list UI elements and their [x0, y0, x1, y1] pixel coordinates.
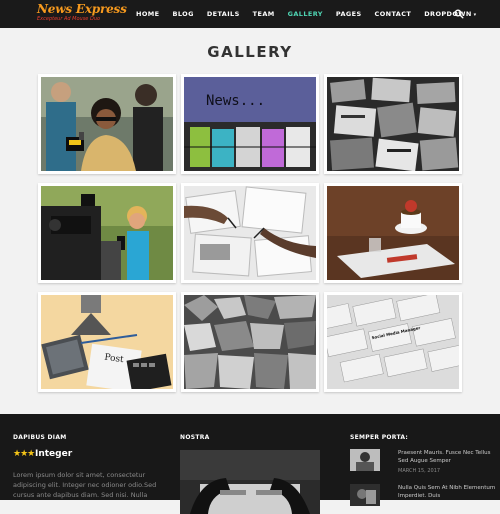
hands-papers-image: [184, 186, 316, 280]
gallery-item-newspaper-stack[interactable]: [324, 74, 462, 174]
tv-reporter-image: [41, 186, 173, 280]
post-desk-image: Post: [41, 295, 173, 389]
post-title: Praesent Mauris. Fusce Nec Tellus Sed Au…: [398, 450, 491, 464]
gallery-item-crumpled-papers[interactable]: [181, 292, 319, 392]
footer-col1-title: Integer: [35, 449, 73, 459]
footer-col2-heading: NOSTRA: [180, 434, 210, 441]
post-thumb-image: [350, 484, 380, 506]
page-title: GALLERY: [207, 43, 293, 61]
post-date: MARCH 15, 2017: [398, 468, 441, 474]
news-text-image: News...: [184, 77, 316, 171]
gallery-item-hands-papers[interactable]: [181, 183, 319, 283]
nav-item-home[interactable]: HOME: [136, 10, 159, 18]
nav-item-dropdown[interactable]: DROPDOWN ▾: [424, 10, 476, 18]
footer-post-item[interactable]: Nulla Quis Sem At Nibh Elementum Imperdi…: [350, 484, 495, 506]
main-menu: HOME BLOG DETAILS TEAM GALLERY PAGES CON…: [136, 0, 490, 28]
post-title: Nulla Quis Sem At Nibh Elementum Imperdi…: [398, 485, 496, 499]
logo-title: News Express: [37, 2, 127, 16]
gallery-item-news-text[interactable]: News...: [181, 74, 319, 174]
footer-col3-heading: SEMPER PORTA:: [350, 434, 409, 441]
rating-stars-icon: ★★★: [13, 449, 35, 459]
top-navbar: News Express Excepteur Ad Mouse Duo HOME…: [0, 0, 500, 28]
crumpled-papers-image: [184, 295, 316, 389]
gallery-item-post-desk[interactable]: Post: [38, 292, 176, 392]
site-logo[interactable]: News Express Excepteur Ad Mouse Duo: [37, 3, 127, 23]
search-icon[interactable]: [454, 9, 464, 19]
gallery-grid: News... Post Social Media Manager: [38, 74, 462, 394]
footer-newspaper-image[interactable]: [180, 450, 320, 514]
newspaper-reading-image: [180, 450, 320, 514]
nav-item-contact[interactable]: CONTACT: [375, 10, 412, 18]
social-media-image: Social Media Manager: [327, 295, 459, 389]
post-thumb-image: [350, 449, 380, 471]
nav-item-details[interactable]: DETAILS: [207, 10, 240, 18]
footer-col1-heading: DAPIBUS DIAM: [13, 434, 67, 441]
post-thumbnail: [350, 449, 380, 471]
footer-col1-text: Lorem ipsum dolor sit amet, consectetur …: [13, 471, 157, 499]
news-typed-text: News...: [206, 93, 265, 109]
nav-item-gallery[interactable]: GALLERY: [288, 10, 323, 18]
reporter-image: [41, 77, 173, 171]
gallery-item-coffee-newspaper[interactable]: [324, 183, 462, 283]
nav-item-pages[interactable]: PAGES: [336, 10, 362, 18]
gallery-item-reporter[interactable]: [38, 74, 176, 174]
nav-item-blog[interactable]: BLOG: [172, 10, 193, 18]
newspaper-stack-image: [327, 77, 459, 171]
site-footer: DAPIBUS DIAM ★★★ Integer Lorem ipsum dol…: [0, 414, 500, 514]
gallery-item-social-media[interactable]: Social Media Manager: [324, 292, 462, 392]
nav-item-team[interactable]: TEAM: [253, 10, 275, 18]
coffee-newspaper-image: [327, 186, 459, 280]
logo-tagline: Excepteur Ad Mouse Duo: [37, 16, 101, 22]
caret-down-icon: ▾: [473, 12, 477, 18]
footer-post-item[interactable]: Praesent Mauris. Fusce Nec Tellus Sed Au…: [350, 449, 491, 475]
gallery-item-tv-reporter[interactable]: [38, 183, 176, 283]
dropdown-label: DROPDOWN: [424, 10, 472, 18]
post-thumbnail: [350, 484, 380, 506]
